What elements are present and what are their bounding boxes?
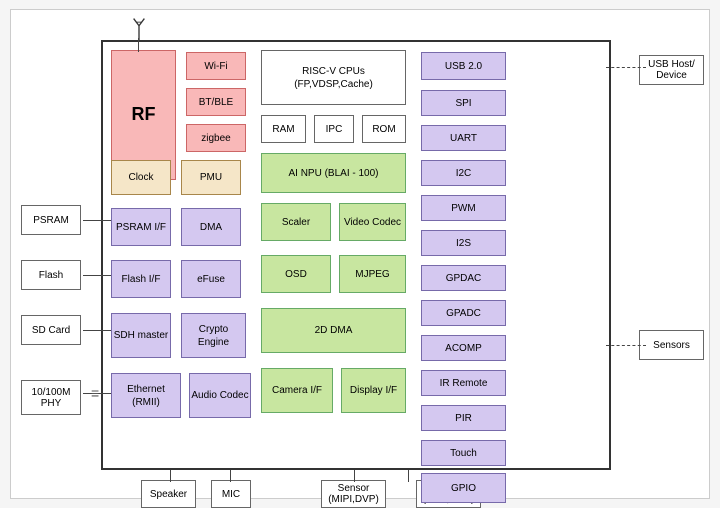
camera-if-block: Camera I/F — [261, 368, 333, 413]
zigbee-block: zigbee — [186, 124, 246, 152]
ipc-block: IPC — [314, 115, 354, 143]
crypto-engine-block: Crypto Engine — [181, 313, 246, 358]
pmu-block: PMU — [181, 160, 241, 195]
sensor-mipi-connector — [354, 470, 355, 482]
spi-block: SPI — [421, 90, 506, 116]
mic-external: MIC — [211, 480, 251, 508]
diagram-container: PSRAM Flash SD Card 10/100M PHY USB Host… — [10, 9, 710, 499]
rom-block: ROM — [362, 115, 406, 143]
efuse-block: eFuse — [181, 260, 241, 298]
psram-if-block: PSRAM I/F — [111, 208, 171, 246]
sdh-master-block: SDH master — [111, 313, 171, 358]
usb-host-external: USB Host/ Device — [639, 55, 704, 85]
mjpeg-block: MJPEG — [339, 255, 406, 293]
speaker-external: Speaker — [141, 480, 196, 508]
clock-block: Clock — [111, 160, 171, 195]
sensor-mipi-external: Sensor (MIPI,DVP) — [321, 480, 386, 508]
speaker-connector — [170, 470, 171, 482]
antenna-symbol — [129, 15, 149, 40]
display-if-block: Display I/F — [341, 368, 406, 413]
phy-external: 10/100M PHY — [21, 380, 81, 415]
scaler-block: Scaler — [261, 203, 331, 241]
usb2-block: USB 2.0 — [421, 52, 506, 80]
touch-block: Touch — [421, 440, 506, 466]
sensors-connector — [606, 345, 646, 346]
ethernet-block: Ethernet (RMII) — [111, 373, 181, 418]
lcd-connector — [408, 470, 409, 482]
wifi-block: Wi-Fi — [186, 52, 246, 80]
uart-block: UART — [421, 125, 506, 151]
psram-connector — [83, 220, 111, 221]
flash-if-block: Flash I/F — [111, 260, 171, 298]
riscv-block: RISC-V CPUs (FP,VDSP,Cache) — [261, 50, 406, 105]
gpio-block: GPIO — [421, 473, 506, 503]
two-d-dma-block: 2D DMA — [261, 308, 406, 353]
psram-external: PSRAM — [21, 205, 81, 235]
gpdac-block: GPDAC — [421, 265, 506, 291]
btble-block: BT/BLE — [186, 88, 246, 116]
usb-host-connector — [606, 67, 646, 68]
i2s-block: I2S — [421, 230, 506, 256]
flash-external: Flash — [21, 260, 81, 290]
pwm-block: PWM — [421, 195, 506, 221]
pir-block: PIR — [421, 405, 506, 431]
mic-connector — [230, 470, 231, 482]
i2c-block: I2C — [421, 160, 506, 186]
flash-connector — [83, 275, 111, 276]
gpadc-block: GPADC — [421, 300, 506, 326]
video-codec-block: Video Codec — [339, 203, 406, 241]
sd-card-external: SD Card — [21, 315, 81, 345]
ir-remote-block: IR Remote — [421, 370, 506, 396]
sdcard-connector — [83, 330, 111, 331]
sensors-external: Sensors — [639, 330, 704, 360]
ram-block: RAM — [261, 115, 306, 143]
ai-npu-block: AI NPU (BLAI - 100) — [261, 153, 406, 193]
antenna-line — [138, 38, 139, 52]
dma-block: DMA — [181, 208, 241, 246]
sd-buffer-symbol: ≡ — [91, 385, 99, 401]
acomp-block: ACOMP — [421, 335, 506, 361]
osd-block: OSD — [261, 255, 331, 293]
audio-codec-block: Audio Codec — [189, 373, 251, 418]
